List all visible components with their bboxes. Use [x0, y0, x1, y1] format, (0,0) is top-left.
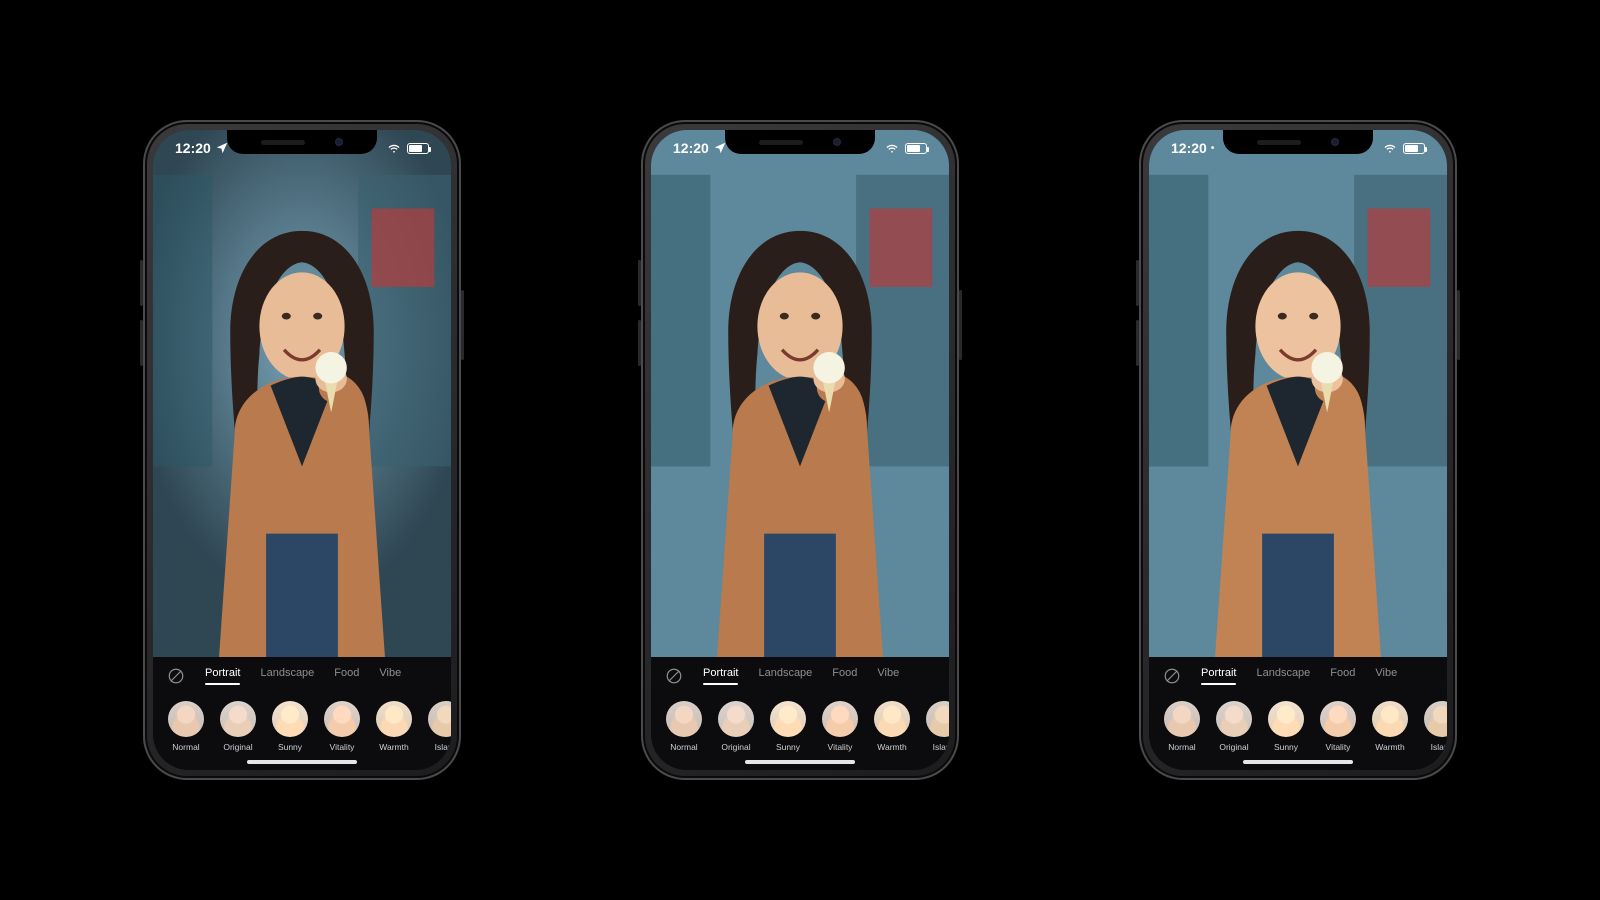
screen: 12:20	[651, 130, 949, 770]
no-filter-button[interactable]	[665, 667, 683, 685]
filter-thumb	[428, 701, 451, 737]
category-vibe[interactable]: Vibe	[877, 667, 899, 685]
filter-normal[interactable]: Normal	[165, 701, 207, 752]
filter-thumb	[168, 701, 204, 737]
notch	[227, 130, 377, 154]
filter-thumb	[1268, 701, 1304, 737]
filter-sunny[interactable]: Sunny	[1265, 701, 1307, 752]
phone-mockup-1: 12:20	[143, 120, 461, 780]
category-food[interactable]: Food	[334, 667, 359, 685]
category-row: Portrait Landscape Food Vibe	[1149, 667, 1447, 693]
filter-vitality[interactable]: Vitality	[1317, 701, 1359, 752]
battery-icon	[905, 143, 927, 154]
status-time: 12:20	[1171, 140, 1207, 156]
filter-thumb	[770, 701, 806, 737]
battery-icon	[407, 143, 429, 154]
filter-panel: Portrait Landscape Food Vibe Normal Orig…	[1149, 657, 1447, 770]
filter-island[interactable]: Island	[1421, 701, 1447, 752]
filter-original[interactable]: Original	[217, 701, 259, 752]
category-portrait[interactable]: Portrait	[1201, 667, 1236, 685]
filter-thumb	[822, 701, 858, 737]
filter-vitality[interactable]: Vitality	[819, 701, 861, 752]
filter-sunny[interactable]: Sunny	[767, 701, 809, 752]
wifi-icon	[387, 141, 401, 155]
photo-preview[interactable]	[153, 130, 451, 657]
filter-thumb	[376, 701, 412, 737]
wifi-icon	[885, 141, 899, 155]
filter-thumb	[1424, 701, 1447, 737]
filter-thumb	[1164, 701, 1200, 737]
filter-vitality[interactable]: Vitality	[321, 701, 363, 752]
filter-warmth[interactable]: Warmth	[1369, 701, 1411, 752]
category-food[interactable]: Food	[1330, 667, 1355, 685]
home-indicator[interactable]	[247, 760, 357, 764]
home-indicator[interactable]	[745, 760, 855, 764]
status-time: 12:20	[175, 140, 211, 156]
filter-thumb	[926, 701, 949, 737]
location-icon	[713, 141, 727, 155]
notch	[725, 130, 875, 154]
location-icon	[215, 141, 229, 155]
no-filter-button[interactable]	[167, 667, 185, 685]
filter-thumb	[1372, 701, 1408, 737]
filter-thumb	[1320, 701, 1356, 737]
category-portrait[interactable]: Portrait	[703, 667, 738, 685]
category-food[interactable]: Food	[832, 667, 857, 685]
status-time: 12:20	[673, 140, 709, 156]
category-landscape[interactable]: Landscape	[260, 667, 314, 685]
filter-thumb	[272, 701, 308, 737]
category-landscape[interactable]: Landscape	[1256, 667, 1310, 685]
phone-mockup-2: 12:20	[641, 120, 959, 780]
filter-thumb	[220, 701, 256, 737]
category-row: Portrait Landscape Food Vibe	[153, 667, 451, 693]
phone-mockup-3: 12:20 •	[1139, 120, 1457, 780]
filter-warmth[interactable]: Warmth	[871, 701, 913, 752]
category-vibe[interactable]: Vibe	[1375, 667, 1397, 685]
no-filter-button[interactable]	[1163, 667, 1181, 685]
filter-original[interactable]: Original	[715, 701, 757, 752]
category-vibe[interactable]: Vibe	[379, 667, 401, 685]
category-landscape[interactable]: Landscape	[758, 667, 812, 685]
filter-thumb	[324, 701, 360, 737]
filter-row[interactable]: Normal Original Sunny Vitality Warmth Is…	[651, 693, 949, 752]
filter-thumb	[1216, 701, 1252, 737]
filter-island[interactable]: Island	[923, 701, 949, 752]
filter-thumb	[666, 701, 702, 737]
battery-icon	[1403, 143, 1425, 154]
filter-thumb	[718, 701, 754, 737]
filter-original[interactable]: Original	[1213, 701, 1255, 752]
filter-normal[interactable]: Normal	[663, 701, 705, 752]
filter-panel: Portrait Landscape Food Vibe Normal Orig…	[651, 657, 949, 770]
status-dot: •	[1211, 143, 1215, 154]
filter-row[interactable]: Normal Original Sunny Vitality Warmth Is…	[1149, 693, 1447, 752]
category-row: Portrait Landscape Food Vibe	[651, 667, 949, 693]
category-portrait[interactable]: Portrait	[205, 667, 240, 685]
wifi-icon	[1383, 141, 1397, 155]
filter-row[interactable]: Normal Original Sunny Vitality Warmth Is…	[153, 693, 451, 752]
screen: 12:20 •	[1149, 130, 1447, 770]
photo-preview[interactable]	[651, 130, 949, 657]
filter-thumb	[874, 701, 910, 737]
filter-normal[interactable]: Normal	[1161, 701, 1203, 752]
notch	[1223, 130, 1373, 154]
filter-sunny[interactable]: Sunny	[269, 701, 311, 752]
photo-preview[interactable]	[1149, 130, 1447, 657]
filter-island[interactable]: Island	[425, 701, 451, 752]
filter-panel: Portrait Landscape Food Vibe Normal Orig…	[153, 657, 451, 770]
filter-warmth[interactable]: Warmth	[373, 701, 415, 752]
screen: 12:20	[153, 130, 451, 770]
home-indicator[interactable]	[1243, 760, 1353, 764]
